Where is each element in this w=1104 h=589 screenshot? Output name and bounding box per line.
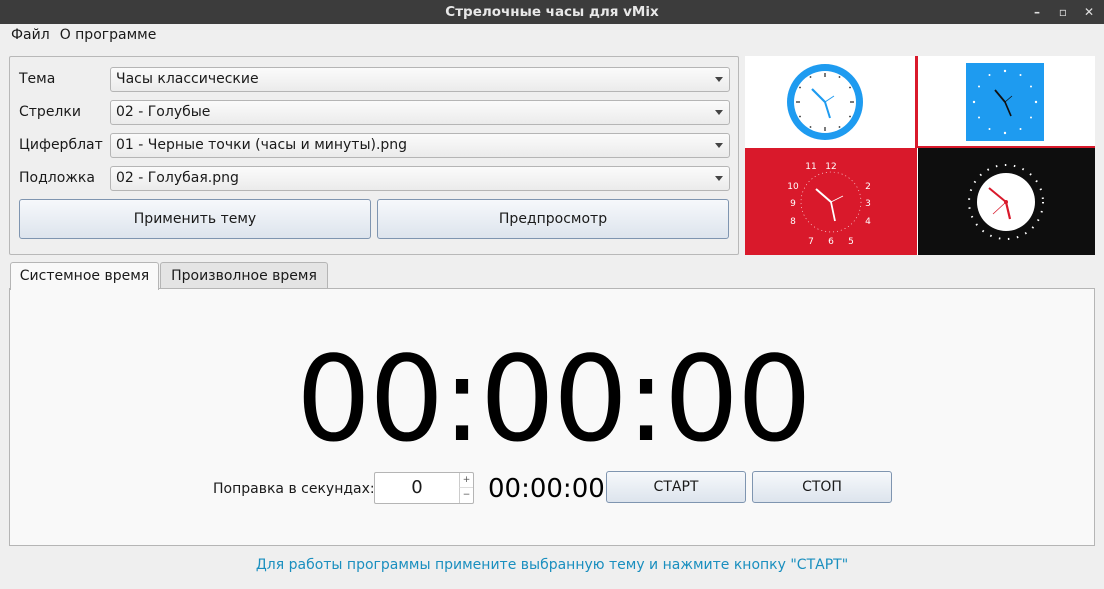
window-titlebar: Стрелочные часы для vMix – ▫ ✕ xyxy=(0,0,1104,24)
tab-panel-system-time: 00:00:00 Поправка в секундах: 0 + − 00:0… xyxy=(9,288,1095,546)
chevron-down-icon xyxy=(715,77,723,82)
dial-numeral-6: 6 xyxy=(828,237,834,247)
secondary-time-display: 00:00:00 xyxy=(488,474,605,504)
dial-numeral-10: 10 xyxy=(787,182,799,192)
dial-numeral-2: 2 xyxy=(865,182,871,192)
preview-clock-red-numerals: 12 2 3 4 5 6 7 8 9 10 11 xyxy=(745,148,917,255)
chevron-down-icon xyxy=(715,110,723,115)
stepper-increment-button[interactable]: + xyxy=(459,473,473,488)
dial-numeral-9: 9 xyxy=(790,199,796,209)
dial-numeral-7: 7 xyxy=(808,237,814,247)
menubar: Файл О программе xyxy=(0,24,1104,46)
start-button[interactable]: СТАРТ xyxy=(606,471,746,503)
dial-select[interactable]: 01 - Черные точки (часы и минуты).png xyxy=(110,133,730,158)
window-controls: – ▫ ✕ xyxy=(1030,0,1096,24)
hands-select-value: 02 - Голубые xyxy=(116,104,211,120)
theme-label: Тема xyxy=(19,71,56,87)
menu-about[interactable]: О программе xyxy=(55,24,162,46)
stop-button[interactable]: СТОП xyxy=(752,471,892,503)
hands-select[interactable]: 02 - Голубые xyxy=(110,100,730,125)
maximize-icon[interactable]: ▫ xyxy=(1056,5,1070,19)
correction-value[interactable]: 0 xyxy=(375,473,459,503)
menu-file[interactable]: Файл xyxy=(6,24,55,46)
background-select-value: 02 - Голубая.png xyxy=(116,170,239,186)
background-label: Подложка xyxy=(19,170,95,186)
chevron-down-icon xyxy=(715,143,723,148)
theme-select-value: Часы классические xyxy=(116,71,259,87)
chevron-down-icon xyxy=(715,176,723,181)
correction-label: Поправка в секундах: xyxy=(213,481,375,497)
theme-settings-group: Тема Часы классические Стрелки 02 - Голу… xyxy=(9,56,739,255)
preview-clock-blue-ring xyxy=(745,56,915,148)
dial-select-value: 01 - Черные точки (часы и минуты).png xyxy=(116,137,408,153)
dial-label: Циферблат xyxy=(19,137,103,153)
apply-theme-button[interactable]: Применить тему xyxy=(19,199,371,239)
preview-clock-black xyxy=(918,148,1095,255)
status-message: Для работы программы примените выбранную… xyxy=(255,557,849,573)
window-title: Стрелочные часы для vMix xyxy=(445,4,659,20)
dial-numeral-11: 11 xyxy=(805,162,816,172)
dial-numeral-8: 8 xyxy=(790,217,796,227)
dial-numeral-5: 5 xyxy=(848,237,854,247)
stepper-decrement-button[interactable]: − xyxy=(459,488,473,503)
tab-custom-time[interactable]: Произволное время xyxy=(160,262,328,289)
main-time-display: 00:00:00 xyxy=(296,330,812,468)
hands-label: Стрелки xyxy=(19,104,81,120)
tab-system-time[interactable]: Системное время xyxy=(10,262,159,290)
dial-numeral-3: 3 xyxy=(865,199,871,209)
theme-select[interactable]: Часы классические xyxy=(110,67,730,92)
dial-numeral-4: 4 xyxy=(865,217,871,227)
preview-divider xyxy=(915,56,918,148)
minimize-icon[interactable]: – xyxy=(1030,5,1044,19)
close-icon[interactable]: ✕ xyxy=(1082,5,1096,19)
dial-numeral-12: 12 xyxy=(825,162,836,172)
background-select[interactable]: 02 - Голубая.png xyxy=(110,166,730,191)
preview-button[interactable]: Предпросмотр xyxy=(377,199,729,239)
theme-preview: 12 2 3 4 5 6 7 8 9 10 11 xyxy=(745,56,1095,255)
correction-stepper[interactable]: 0 + − xyxy=(374,472,474,504)
preview-clock-blue-square xyxy=(919,56,1095,148)
